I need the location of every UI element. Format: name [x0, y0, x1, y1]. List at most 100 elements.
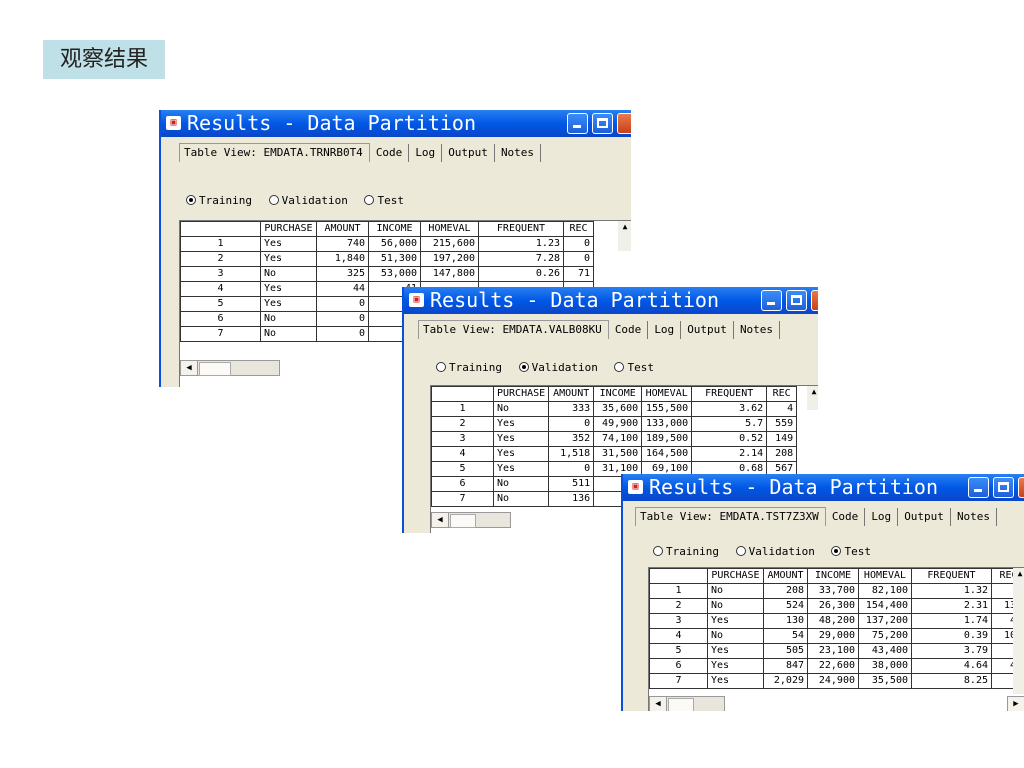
close-button[interactable]: [811, 290, 818, 311]
column-header[interactable]: HOMEVAL: [641, 386, 693, 402]
column-header[interactable]: HOMEVAL: [420, 221, 479, 237]
column-header[interactable]: [180, 221, 261, 237]
column-header[interactable]: INCOME: [807, 568, 859, 584]
table-row[interactable]: 2 Yes 1,840 51,300 197,200 7.28 0: [180, 251, 594, 267]
column-header[interactable]: PURCHASE: [260, 221, 317, 237]
radio-validation[interactable]: Validation: [268, 194, 348, 207]
table-cell: 49,900: [593, 416, 643, 432]
table-row[interactable]: 4No5429,00075,2000.39105: [649, 628, 1024, 644]
table-row[interactable]: 1 No 333 35,600 155,500 3.62 4: [431, 401, 798, 417]
window-titlebar[interactable]: ▣ Results - Data Partition: [404, 287, 818, 314]
column-header[interactable]: [649, 568, 708, 584]
tab-code[interactable]: Code: [609, 321, 649, 339]
tab-code[interactable]: Code: [370, 144, 410, 162]
radio-test[interactable]: Test: [614, 361, 654, 374]
tab-log[interactable]: Log: [409, 144, 443, 162]
column-header[interactable]: REC: [766, 386, 798, 402]
tab-log[interactable]: Log: [648, 321, 682, 339]
tab-log[interactable]: Log: [865, 508, 899, 526]
horizontal-scrollbar[interactable]: ◀: [431, 512, 511, 528]
minimize-button[interactable]: [968, 477, 989, 498]
table-cell: 2.31: [911, 598, 992, 614]
window-titlebar[interactable]: ▣ Results - Data Partition: [161, 110, 631, 137]
table-cell: 133,000: [641, 416, 693, 432]
scroll-thumb[interactable]: [668, 698, 694, 711]
table-row[interactable]: 5Yes50523,10043,4003.791: [649, 643, 1024, 659]
scroll-right-button[interactable]: ▶: [1007, 696, 1024, 711]
column-header[interactable]: FREQUENT: [691, 386, 768, 402]
table-cell: No: [260, 266, 317, 282]
tab-table-view[interactable]: Table View: EMDATA.TRNRB0T4: [179, 143, 370, 162]
table-row[interactable]: 2 Yes 0 49,900 133,000 5.7 559: [431, 416, 798, 432]
table-cell: Yes: [260, 281, 317, 297]
tab-code[interactable]: Code: [826, 508, 866, 526]
maximize-button[interactable]: [786, 290, 807, 311]
vertical-scrollbar[interactable]: ▲: [618, 221, 631, 251]
radio-validation[interactable]: Validation: [735, 545, 815, 558]
radio-training[interactable]: Training: [653, 545, 719, 558]
horizontal-scrollbar[interactable]: ◀: [649, 696, 725, 711]
maximize-button[interactable]: [993, 477, 1014, 498]
table-cell: 54: [763, 628, 808, 644]
table-row[interactable]: 3 No 325 53,000 147,800 0.26 71: [180, 266, 594, 282]
minimize-button[interactable]: [761, 290, 782, 311]
column-header[interactable]: REC: [563, 221, 594, 237]
table-cell: 0: [548, 461, 595, 477]
minimize-button[interactable]: [567, 113, 588, 134]
vertical-scrollbar[interactable]: ▲: [1013, 568, 1024, 694]
table-row[interactable]: 4 Yes 1,518 31,500 164,500 2.14 208: [431, 446, 798, 462]
table-row[interactable]: 3 Yes 352 74,100 189,500 0.52 149: [431, 431, 798, 447]
column-header[interactable]: AMOUNT: [548, 386, 595, 402]
radio-training[interactable]: Training: [436, 361, 502, 374]
column-header[interactable]: INCOME: [368, 221, 421, 237]
column-header[interactable]: INCOME: [593, 386, 643, 402]
maximize-button[interactable]: [592, 113, 613, 134]
close-button[interactable]: [1018, 477, 1024, 498]
close-button[interactable]: [617, 113, 631, 134]
table-row[interactable]: 7Yes2,02924,90035,5008.250: [649, 673, 1024, 689]
column-header[interactable]: HOMEVAL: [858, 568, 912, 584]
row-number: 3: [180, 266, 261, 282]
scroll-up-icon[interactable]: ▲: [618, 221, 631, 233]
column-header[interactable]: PURCHASE: [492, 386, 550, 402]
table-cell: 43,400: [858, 643, 912, 659]
column-header[interactable]: [431, 386, 494, 402]
tab-output[interactable]: Output: [442, 144, 495, 162]
column-header[interactable]: FREQUENT: [478, 221, 564, 237]
row-number: 7: [649, 673, 708, 689]
scroll-up-icon[interactable]: ▲: [807, 386, 818, 398]
window-titlebar[interactable]: ▣ Results - Data Partition: [623, 474, 1024, 501]
table-row[interactable]: 6Yes84722,60038,0004.6442: [649, 658, 1024, 674]
table-row[interactable]: 1 Yes 740 56,000 215,600 1.23 0: [180, 236, 594, 252]
scroll-thumb[interactable]: [450, 514, 476, 528]
tab-notes[interactable]: Notes: [734, 321, 781, 339]
tab-output[interactable]: Output: [681, 321, 734, 339]
horizontal-scrollbar[interactable]: ◀: [180, 360, 280, 376]
scroll-thumb[interactable]: [199, 362, 231, 376]
vertical-scrollbar[interactable]: ▲: [807, 386, 818, 410]
tab-table-view[interactable]: Table View: EMDATA.VALB08KU: [418, 320, 609, 339]
radio-validation[interactable]: Validation: [518, 361, 598, 374]
tab-table-view[interactable]: Table View: EMDATA.TST7Z3XW: [635, 507, 826, 526]
column-header[interactable]: AMOUNT: [316, 221, 369, 237]
table-row[interactable]: 1No20833,70082,1001.322: [649, 583, 1024, 599]
tab-output[interactable]: Output: [898, 508, 951, 526]
scroll-up-icon[interactable]: ▲: [1013, 568, 1024, 580]
scroll-left-icon[interactable]: ◀: [181, 361, 198, 375]
scroll-left-icon[interactable]: ◀: [650, 697, 667, 711]
table-row[interactable]: 2No52426,300154,4002.31131: [649, 598, 1024, 614]
table-body: PURCHASE AMOUNT INCOME HOMEVAL FREQUENT REC 1 N…: [649, 568, 1024, 689]
radio-training[interactable]: Training: [186, 194, 252, 207]
column-header[interactable]: PURCHASE: [707, 568, 764, 584]
scroll-left-icon[interactable]: ◀: [432, 513, 449, 527]
column-header[interactable]: AMOUNT: [763, 568, 808, 584]
tab-notes[interactable]: Notes: [951, 508, 998, 526]
radio-test[interactable]: Test: [364, 194, 404, 207]
table-cell: 23,100: [807, 643, 859, 659]
scroll-right-icon[interactable]: ▶: [1008, 697, 1024, 711]
tab-notes[interactable]: Notes: [495, 144, 542, 162]
window-title: Results - Data Partition: [187, 111, 476, 135]
radio-test[interactable]: Test: [831, 545, 871, 558]
column-header[interactable]: FREQUENT: [911, 568, 992, 584]
table-row[interactable]: 3Yes13048,200137,2001.7443: [649, 613, 1024, 629]
